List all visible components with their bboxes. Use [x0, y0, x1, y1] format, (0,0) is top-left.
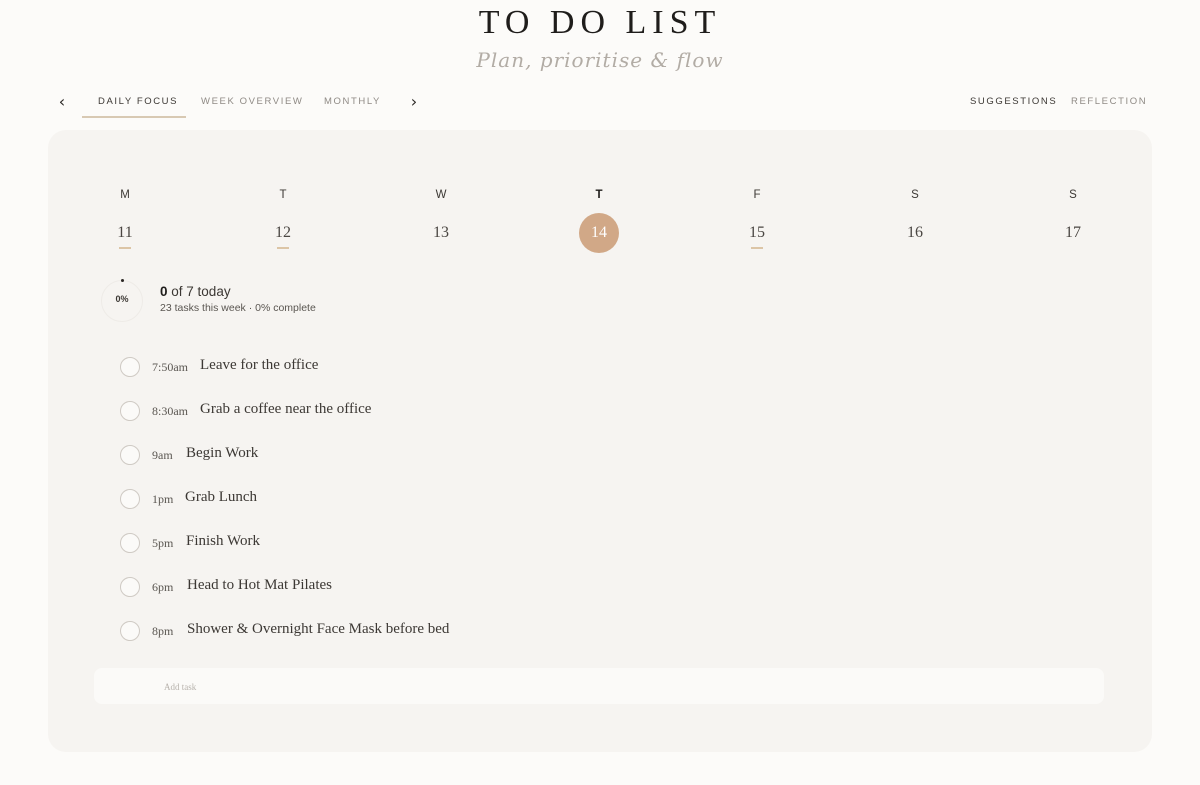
chevron-left-icon[interactable]: ‹: [54, 92, 70, 112]
page-subtitle: Plan, prioritise & flow: [476, 48, 724, 72]
tab-reflection[interactable]: REFLECTION: [1071, 96, 1147, 107]
task-time: 8:30am: [152, 404, 188, 418]
task-label[interactable]: Grab a coffee near the office: [200, 401, 371, 418]
chevron-right-icon[interactable]: ›: [406, 92, 422, 112]
task-label[interactable]: Begin Work: [186, 445, 258, 462]
task-label[interactable]: Finish Work: [186, 533, 260, 550]
day-task-marker: [751, 247, 763, 249]
add-task-input[interactable]: [162, 677, 1066, 697]
task-time: 9am: [152, 448, 173, 462]
day-letter: T: [595, 189, 603, 201]
tab-monthly[interactable]: MONTHLY: [324, 96, 381, 107]
page-title: TO DO LIST: [478, 4, 722, 41]
day-letter: F: [753, 189, 761, 201]
task-checkbox[interactable]: [120, 621, 140, 641]
active-tab-underline: [82, 116, 186, 118]
task-label[interactable]: Grab Lunch: [185, 489, 257, 506]
day-task-marker: [277, 247, 289, 249]
task-time: 1pm: [152, 492, 174, 506]
today-total: of 7 today: [171, 284, 231, 299]
day-date[interactable]: 16: [895, 213, 935, 253]
task-checkbox[interactable]: [120, 577, 140, 597]
day-letter: W: [435, 189, 447, 201]
day-letter: S: [911, 189, 919, 201]
progress-summary: 0 of 7 today 23 tasks this week · 0% com…: [160, 284, 316, 314]
task-checkbox[interactable]: [120, 533, 140, 553]
task-checkbox[interactable]: [120, 445, 140, 465]
today-count: 0 of 7 today: [160, 284, 316, 299]
tab-week-overview[interactable]: WEEK OVERVIEW: [201, 96, 303, 107]
day-date[interactable]: 17: [1053, 213, 1093, 253]
day-letter: M: [120, 189, 130, 201]
task-checkbox[interactable]: [120, 357, 140, 377]
day-letter: S: [1069, 189, 1077, 201]
task-checkbox[interactable]: [120, 489, 140, 509]
progress-percent: 0%: [115, 294, 129, 304]
task-label[interactable]: Shower & Overnight Face Mask before bed: [187, 621, 449, 638]
task-label[interactable]: Head to Hot Mat Pilates: [187, 577, 332, 594]
tab-daily-focus[interactable]: DAILY FOCUS: [98, 96, 178, 107]
task-time: 6pm: [152, 580, 174, 594]
done-count: 0: [160, 284, 168, 299]
day-letter: T: [279, 189, 287, 201]
add-task-bar: [94, 668, 1104, 704]
week-summary: 23 tasks this week · 0% complete: [160, 302, 316, 314]
tab-suggestions[interactable]: SUGGESTIONS: [970, 96, 1057, 107]
task-label[interactable]: Leave for the office: [200, 357, 318, 374]
task-time: 7:50am: [152, 360, 188, 374]
task-checkbox[interactable]: [120, 401, 140, 421]
progress-indicator-dot: [121, 279, 124, 282]
task-time: 5pm: [152, 536, 174, 550]
task-time: 8pm: [152, 624, 174, 638]
day-date-today[interactable]: 14: [579, 213, 619, 253]
day-task-marker: [119, 247, 131, 249]
progress-ring: 0%: [101, 279, 143, 322]
day-date[interactable]: 13: [421, 213, 461, 253]
